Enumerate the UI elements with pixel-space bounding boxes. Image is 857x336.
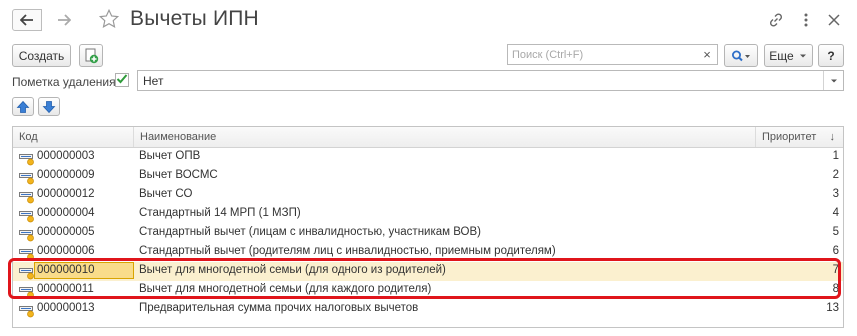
back-button[interactable] (12, 9, 42, 31)
column-header-code[interactable]: Код (13, 127, 133, 147)
row-priority[interactable]: 1 (833, 150, 839, 162)
arrow-right-icon (58, 14, 71, 26)
row-priority[interactable]: 6 (833, 245, 839, 257)
deletion-mark-select[interactable]: Нет (137, 70, 844, 91)
move-down-button[interactable] (38, 97, 60, 116)
row-name[interactable]: Вычет ОПВ (139, 150, 200, 162)
deletion-mark-checkbox[interactable] (115, 73, 129, 87)
row-priority[interactable]: 5 (833, 226, 839, 238)
close-button[interactable] (825, 11, 843, 29)
row-priority[interactable]: 4 (833, 207, 839, 219)
checkmark-icon (116, 74, 128, 84)
more-button-label: Еще (769, 48, 794, 63)
arrow-left-icon (20, 14, 33, 26)
forward-button[interactable] (49, 9, 79, 31)
magnifier-icon (732, 50, 750, 61)
row-code[interactable]: 000000006 (37, 245, 95, 257)
row-code[interactable]: 000000004 (37, 207, 95, 219)
add-copy-icon (85, 48, 99, 63)
row-icon (19, 152, 35, 166)
row-icon (19, 171, 35, 185)
page-title: Вычеты ИПН (130, 7, 259, 30)
move-up-button[interactable] (12, 97, 34, 116)
catalog-item-icon (19, 211, 34, 223)
chevron-down-icon (799, 54, 806, 57)
favorite-button[interactable] (98, 8, 122, 32)
menu-button[interactable] (797, 11, 815, 29)
add-copy-button[interactable] (79, 44, 103, 67)
create-button-label: Создать (18, 48, 65, 63)
more-button[interactable]: Еще (764, 44, 813, 67)
deletion-mark-value: Нет (143, 74, 164, 88)
highlight-frame (8, 258, 841, 299)
row-name[interactable]: Вычет ВОСМС (139, 169, 218, 181)
link-button[interactable] (767, 11, 785, 29)
catalog-item-icon (19, 306, 34, 318)
catalog-item-icon (19, 192, 34, 204)
table-header: Код Наименование Приоритет ↓ (13, 127, 843, 148)
row-priority[interactable]: 3 (833, 188, 839, 200)
table-row[interactable]: 000000004 Стандартный 14 МРП (1 МЗП) 4 (13, 205, 843, 224)
row-icon (19, 228, 35, 242)
help-button-label: ? (827, 48, 835, 63)
table-row[interactable]: 000000009 Вычет ВОСМС 2 (13, 167, 843, 186)
row-code[interactable]: 000000012 (37, 188, 95, 200)
row-icon (19, 209, 35, 223)
column-header-priority[interactable]: Приоритет ↓ (755, 127, 843, 147)
more-vertical-icon (804, 13, 808, 27)
arrow-down-icon (42, 100, 56, 113)
table-row[interactable]: 000000005 Стандартный вычет (лицам с инва… (13, 224, 843, 243)
row-code[interactable]: 000000009 (37, 169, 95, 181)
row-priority[interactable]: 2 (833, 169, 839, 181)
search-button[interactable] (724, 44, 758, 67)
catalog-item-icon (19, 173, 34, 185)
search-input[interactable] (508, 45, 702, 64)
catalog-item-icon (19, 230, 34, 242)
column-header-priority-label: Приоритет (762, 131, 817, 143)
search-clear-button[interactable]: × (697, 45, 717, 64)
table-row[interactable]: 000000013 Предварительная сумма прочих на… (13, 300, 843, 319)
row-code[interactable]: 000000005 (37, 226, 95, 238)
arrow-up-icon (16, 100, 30, 113)
search-field[interactable]: × (507, 44, 718, 65)
row-priority[interactable]: 13 (826, 302, 839, 314)
table-row[interactable]: 000000012 Вычет СО 3 (13, 186, 843, 205)
dropdown-button[interactable] (823, 71, 843, 90)
row-code[interactable]: 000000003 (37, 150, 95, 162)
deletion-mark-label: Пометка удаления: (12, 75, 119, 89)
row-icon (19, 190, 35, 204)
row-code[interactable]: 000000013 (37, 302, 95, 314)
row-name[interactable]: Стандартный 14 МРП (1 МЗП) (139, 207, 301, 219)
chevron-down-icon (830, 79, 837, 82)
table-row[interactable]: 000000003 Вычет ОПВ 1 (13, 148, 843, 167)
column-header-name[interactable]: Наименование (133, 127, 755, 147)
star-icon (98, 8, 120, 28)
create-button[interactable]: Создать (12, 44, 71, 67)
help-button[interactable]: ? (818, 44, 844, 67)
row-name[interactable]: Стандартный вычет (лицам с инвалидностью… (139, 226, 481, 238)
link-icon (769, 13, 783, 27)
row-icon (19, 304, 35, 318)
close-icon (828, 14, 840, 26)
row-name[interactable]: Вычет СО (139, 188, 192, 200)
sort-indicator-icon: ↓ (829, 131, 836, 143)
row-name[interactable]: Предварительная сумма прочих налоговых в… (139, 302, 418, 314)
catalog-item-icon (19, 154, 34, 166)
row-name[interactable]: Стандартный вычет (родителям лиц с инвал… (139, 245, 556, 257)
